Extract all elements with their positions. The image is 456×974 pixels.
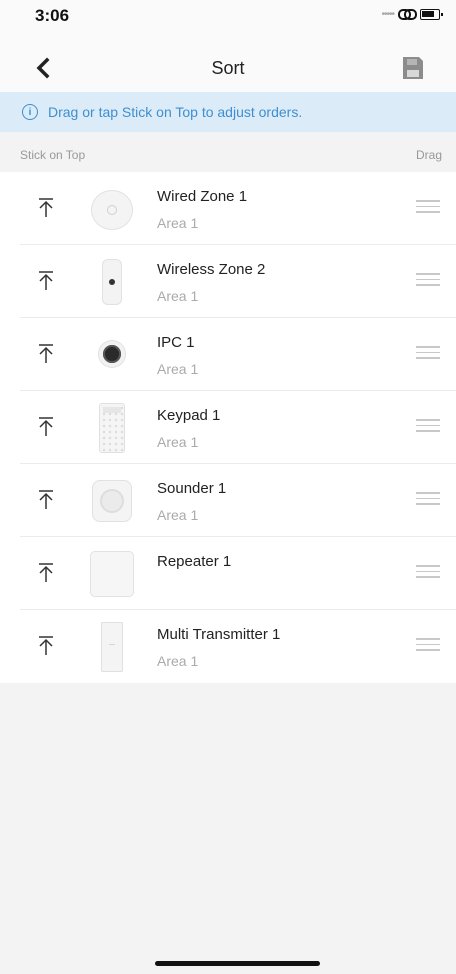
stick-to-top-icon bbox=[39, 271, 53, 290]
device-area: Area 1 bbox=[157, 288, 199, 304]
stick-to-top-icon bbox=[39, 417, 53, 436]
link-icon bbox=[398, 8, 417, 20]
device-area: Area 1 bbox=[157, 361, 199, 377]
device-row[interactable]: Multi Transmitter 1 Area 1 bbox=[0, 610, 456, 683]
device-row[interactable]: Repeater 1 bbox=[0, 537, 456, 610]
stick-to-top-icon bbox=[39, 344, 53, 363]
keypad-image bbox=[84, 401, 140, 454]
ipc-camera-image bbox=[84, 328, 140, 381]
drag-handle-icon[interactable] bbox=[416, 638, 440, 652]
device-row[interactable]: IPC 1 Area 1 bbox=[0, 318, 456, 391]
device-row[interactable]: Keypad 1 Area 1 bbox=[0, 391, 456, 464]
info-banner: i Drag or tap Stick on Top to adjust ord… bbox=[0, 92, 456, 132]
device-row[interactable]: Wireless Zone 2 Area 1 bbox=[0, 245, 456, 318]
device-area: Area 1 bbox=[157, 653, 199, 669]
signal-icon: ••••• bbox=[381, 8, 394, 20]
home-indicator[interactable] bbox=[155, 961, 320, 966]
device-name: Repeater 1 bbox=[157, 553, 232, 570]
device-area: Area 1 bbox=[157, 215, 199, 231]
device-area: Area 1 bbox=[157, 507, 199, 523]
device-name: Keypad 1 bbox=[157, 407, 221, 424]
stick-on-top-button[interactable] bbox=[32, 632, 60, 660]
battery-icon bbox=[420, 8, 443, 20]
stick-on-top-button[interactable] bbox=[32, 194, 60, 222]
device-name: IPC 1 bbox=[157, 334, 195, 351]
multi-transmitter-image bbox=[84, 620, 140, 673]
device-name: Wireless Zone 2 bbox=[157, 261, 266, 278]
device-row[interactable]: Sounder 1 Area 1 bbox=[0, 464, 456, 537]
pir-detector-image bbox=[84, 255, 140, 308]
page-title: Sort bbox=[211, 58, 245, 78]
drag-handle-icon[interactable] bbox=[416, 200, 440, 214]
info-banner-text: Drag or tap Stick on Top to adjust order… bbox=[48, 104, 303, 120]
status-icons: ••••• bbox=[381, 8, 443, 20]
stick-to-top-icon bbox=[39, 490, 53, 509]
drag-handle-icon[interactable] bbox=[416, 565, 440, 579]
save-icon bbox=[403, 57, 423, 79]
device-name: Multi Transmitter 1 bbox=[157, 626, 281, 643]
device-list: Wired Zone 1 Area 1 Wireless Zone 2 Area… bbox=[0, 172, 456, 683]
wired-zone-image bbox=[84, 182, 140, 235]
device-name: Wired Zone 1 bbox=[157, 188, 248, 205]
nav-bar: Sort bbox=[0, 44, 456, 92]
stick-on-top-header: Stick on Top bbox=[20, 148, 86, 162]
drag-handle-icon[interactable] bbox=[416, 492, 440, 506]
stick-on-top-button[interactable] bbox=[32, 340, 60, 368]
info-icon: i bbox=[22, 104, 38, 120]
save-button[interactable] bbox=[400, 54, 426, 82]
status-bar: 3:06 ••••• bbox=[0, 0, 456, 44]
status-time: 3:06 bbox=[35, 6, 70, 25]
list-header: Stick on Top Drag bbox=[0, 140, 456, 170]
stick-to-top-icon bbox=[39, 563, 53, 582]
repeater-image bbox=[84, 547, 140, 600]
stick-to-top-icon bbox=[39, 198, 53, 217]
stick-on-top-button[interactable] bbox=[32, 486, 60, 514]
drag-header: Drag bbox=[415, 148, 442, 162]
stick-on-top-button[interactable] bbox=[32, 267, 60, 295]
drag-handle-icon[interactable] bbox=[416, 346, 440, 360]
device-area: Area 1 bbox=[157, 434, 199, 450]
device-row[interactable]: Wired Zone 1 Area 1 bbox=[0, 172, 456, 245]
sounder-image bbox=[84, 474, 140, 527]
drag-handle-icon[interactable] bbox=[416, 273, 440, 287]
stick-on-top-button[interactable] bbox=[32, 413, 60, 441]
sort-screen: 3:06 ••••• Sort i Drag or tap Stick on T… bbox=[0, 0, 456, 974]
device-name: Sounder 1 bbox=[157, 480, 227, 497]
drag-handle-icon[interactable] bbox=[416, 419, 440, 433]
stick-on-top-button[interactable] bbox=[32, 559, 60, 587]
stick-to-top-icon bbox=[39, 636, 53, 655]
